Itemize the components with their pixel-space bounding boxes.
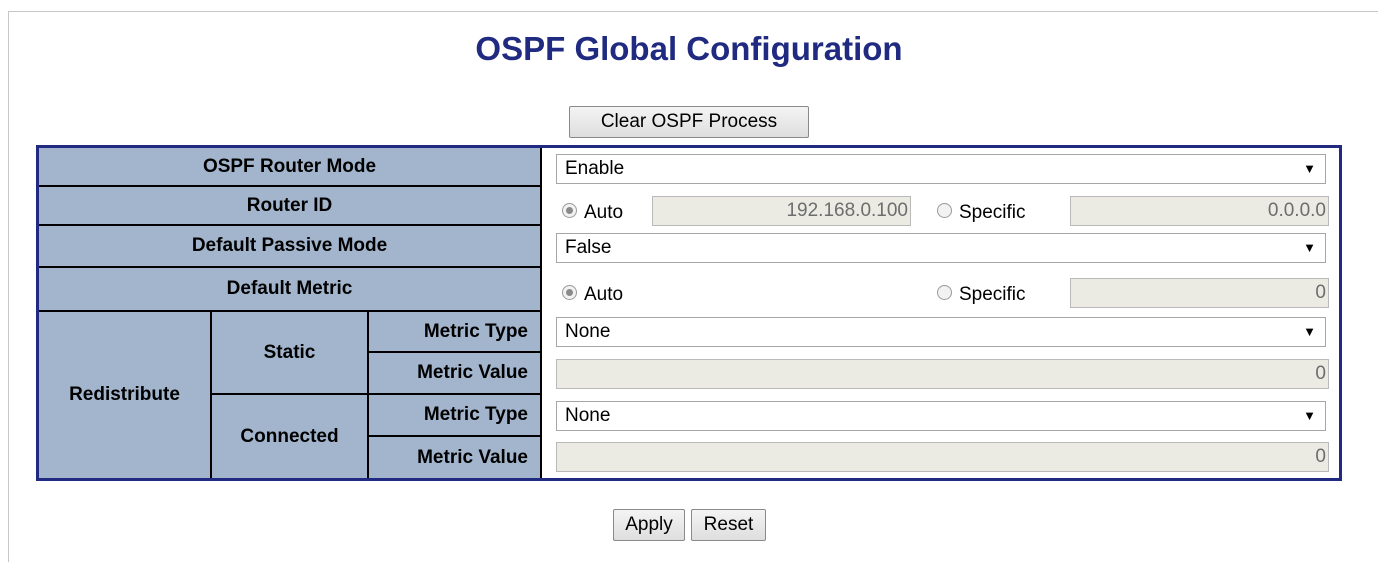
- connected-metric-type-label: Metric Type: [369, 395, 542, 437]
- page-title: OSPF Global Configuration: [475, 30, 903, 67]
- apply-button[interactable]: Apply: [613, 509, 685, 541]
- page-frame-top: [8, 11, 1378, 12]
- default-metric-specific-label: Specific: [959, 284, 1026, 305]
- connected-metric-value-label: Metric Value: [369, 437, 542, 478]
- page-frame-left: [8, 11, 9, 562]
- router-id-auto-radio[interactable]: [562, 203, 577, 218]
- router-id-label: Router ID: [39, 187, 542, 226]
- default-metric-auto-radio[interactable]: [562, 285, 577, 300]
- static-metric-value-field: 0: [556, 359, 1329, 389]
- default-metric-label: Default Metric: [39, 268, 542, 312]
- clear-ospf-process-button[interactable]: Clear OSPF Process: [569, 106, 809, 138]
- default-metric-specific-field[interactable]: 0: [1070, 278, 1329, 308]
- chevron-down-icon: ▼: [1303, 408, 1316, 423]
- default-metric-specific-radio[interactable]: [937, 285, 952, 300]
- router-mode-select[interactable]: Enable ▼: [556, 154, 1326, 184]
- chevron-down-icon: ▼: [1303, 161, 1316, 176]
- reset-button[interactable]: Reset: [691, 509, 766, 541]
- passive-mode-select[interactable]: False ▼: [556, 233, 1326, 263]
- router-id-auto-field: 192.168.0.100: [652, 196, 911, 226]
- router-id-specific-label: Specific: [959, 202, 1026, 223]
- router-id-specific-field[interactable]: 0.0.0.0: [1070, 196, 1329, 226]
- router-mode-label: OSPF Router Mode: [39, 148, 542, 187]
- chevron-down-icon: ▼: [1303, 324, 1316, 339]
- chevron-down-icon: ▼: [1303, 240, 1316, 255]
- static-metric-type-select[interactable]: None ▼: [556, 317, 1326, 347]
- connected-metric-value-field: 0: [556, 442, 1329, 472]
- router-id-specific-radio[interactable]: [937, 203, 952, 218]
- redistribute-label: Redistribute: [39, 312, 212, 478]
- static-metric-type-label: Metric Type: [369, 312, 542, 353]
- connected-metric-type-select[interactable]: None ▼: [556, 401, 1326, 431]
- passive-mode-value: False: [565, 237, 612, 258]
- default-metric-auto-label: Auto: [584, 284, 624, 305]
- connected-label: Connected: [212, 395, 369, 478]
- passive-mode-label: Default Passive Mode: [39, 226, 542, 268]
- router-id-auto-label: Auto: [584, 202, 624, 223]
- static-metric-type-value: None: [565, 321, 611, 342]
- static-metric-value-label: Metric Value: [369, 353, 542, 395]
- connected-metric-type-value: None: [565, 405, 611, 426]
- static-label: Static: [212, 312, 369, 395]
- ospf-config-table: OSPF Router Mode Enable ▼ Router ID Auto…: [36, 145, 1342, 481]
- router-mode-value: Enable: [565, 158, 625, 179]
